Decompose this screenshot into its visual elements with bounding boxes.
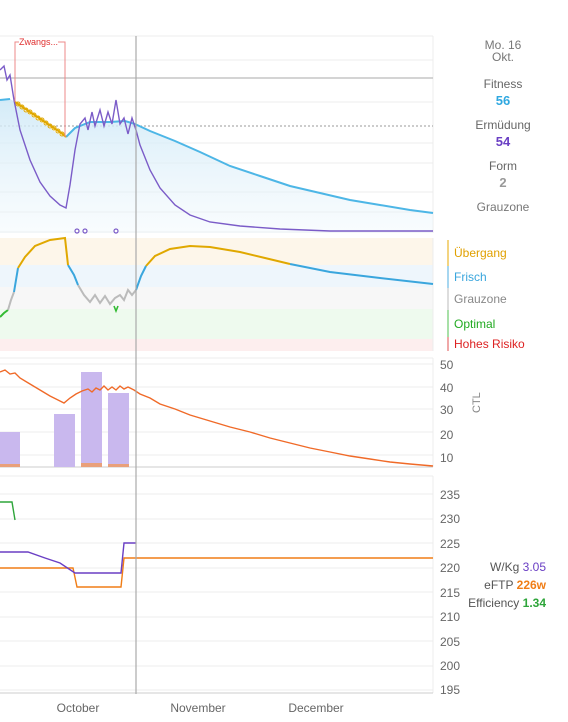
power-tick: 215 <box>440 586 461 600</box>
ctl-tick: 10 <box>440 451 454 465</box>
month-label-october: October <box>56 701 100 715</box>
wkg-readout: W/Kg 3.05 <box>490 560 546 574</box>
month-label-december: December <box>288 701 344 715</box>
zone-status: Grauzone <box>476 200 530 214</box>
chart-canvas <box>0 35 434 694</box>
zone-high-risk: Hohes Risiko <box>447 337 525 351</box>
efficiency-value: 1.34 <box>522 596 546 610</box>
power-panel <box>0 475 434 694</box>
forced-annotation-label[interactable]: Zwangs... <box>19 37 59 47</box>
zone-grey: Grauzone <box>447 288 507 310</box>
load-bars <box>0 372 129 467</box>
form-panel <box>0 236 434 351</box>
eftp-value: 226w <box>516 578 546 592</box>
ctl-tick: 40 <box>440 381 454 395</box>
eftp-line <box>0 557 433 588</box>
wkg-label: W/Kg <box>489 560 520 574</box>
power-tick: 200 <box>440 659 461 673</box>
fitness-label: Fitness <box>483 77 523 91</box>
wkg-value: 3.05 <box>522 560 546 574</box>
ctl-panel <box>0 357 434 468</box>
load-bar <box>54 414 75 467</box>
power-grid <box>0 475 434 694</box>
ctl-tick: 50 <box>440 358 454 372</box>
load-bar <box>0 432 20 467</box>
ctl-tick: 30 <box>440 403 454 417</box>
efficiency-line <box>0 501 16 521</box>
power-tick: 210 <box>440 610 461 624</box>
info-date-month: Okt. <box>491 50 515 64</box>
load-bar <box>108 393 129 467</box>
power-tick: 205 <box>440 635 461 649</box>
eftp-readout: eFTP 226w <box>484 578 546 592</box>
power-tick: 230 <box>440 512 461 526</box>
power-tick: 235 <box>440 488 461 502</box>
fatigue-label: Ermüdung <box>475 118 531 132</box>
ctl-axis-label: CTL <box>471 392 483 413</box>
risk-zone-band <box>0 339 433 351</box>
zone-fresh: Frisch <box>447 266 487 288</box>
eftp-label: eFTP <box>484 578 514 592</box>
zone-optimal: Optimal <box>447 310 495 338</box>
zone-transition: Übergang <box>447 240 507 266</box>
power-tick: 220 <box>440 561 461 575</box>
load-bar <box>81 372 102 467</box>
month-label-november: November <box>170 701 226 715</box>
form-value: 2 <box>499 175 507 190</box>
form-label: Form <box>489 159 517 173</box>
efficiency-label: Efficiency <box>468 596 520 610</box>
grey-zone-band <box>0 287 433 309</box>
fitness-value: 56 <box>495 93 511 108</box>
power-tick: 195 <box>440 683 461 697</box>
power-tick: 225 <box>440 537 461 551</box>
fatigue-value: 54 <box>495 134 511 149</box>
efficiency-readout: Efficiency 1.34 <box>468 596 546 610</box>
optimal-zone-band <box>0 309 433 339</box>
ctl-tick: 20 <box>440 428 454 442</box>
fitness-panel <box>0 35 434 234</box>
